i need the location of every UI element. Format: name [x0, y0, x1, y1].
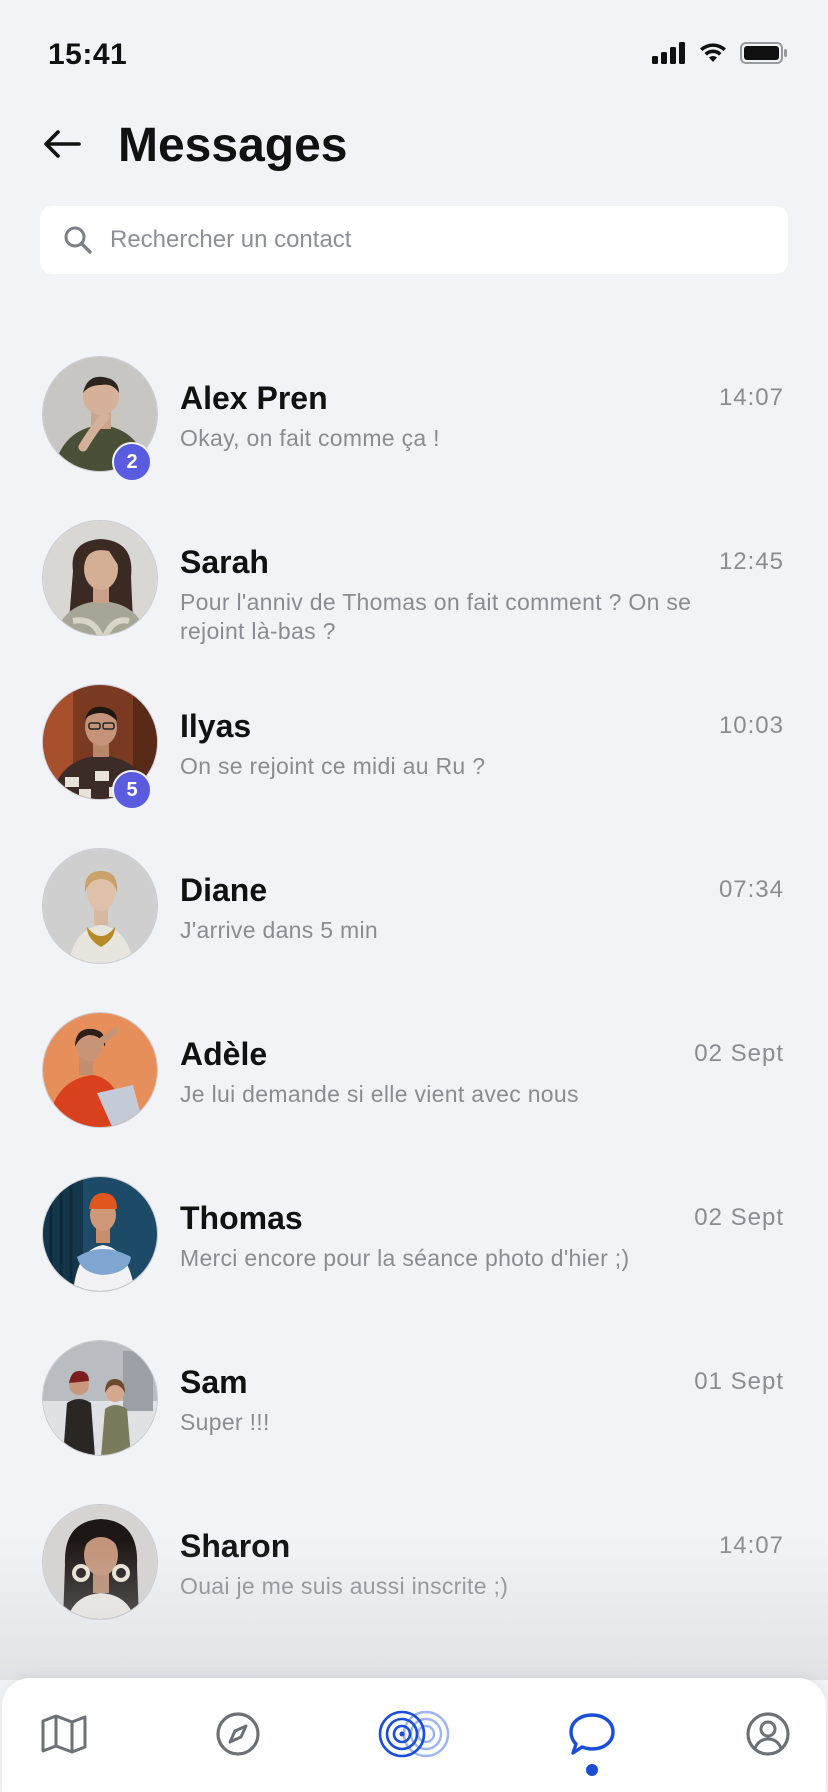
message-time: 14:07	[718, 1532, 784, 1559]
search-input[interactable]	[110, 226, 788, 254]
conversation-item[interactable]: 5 Ilyas On se rejoint ce midi au Ru ? 10…	[0, 682, 828, 846]
nav-explore[interactable]	[202, 1700, 274, 1772]
map-icon	[40, 1713, 88, 1760]
message-time: 10:03	[718, 712, 784, 739]
contact-name: Ilyas	[180, 708, 252, 744]
bottom-nav	[2, 1678, 826, 1792]
conversation-item[interactable]: Sarah Pour l'anniv de Thomas on fait com…	[0, 518, 828, 682]
unread-badge: 2	[112, 442, 152, 482]
contact-name: Sharon	[180, 1528, 291, 1564]
message-time: 01 Sept	[694, 1368, 784, 1395]
avatar	[42, 848, 158, 964]
message-time: 12:45	[718, 548, 784, 575]
status-time: 15:41	[48, 38, 128, 71]
contact-name: Sarah	[180, 544, 269, 580]
header: Messages	[0, 110, 828, 190]
contact-name: Diane	[180, 872, 268, 908]
message-preview: Pour l'anniv de Thomas on fait comment ?…	[180, 589, 692, 644]
radar-icon	[376, 1708, 456, 1765]
conversation-list: 2 Alex Pren Okay, on fait comme ça ! 14:…	[0, 354, 828, 1666]
page-title: Messages	[118, 119, 348, 172]
messages-screen: 15:41 Messages Rechercher un contact 2 A…	[0, 0, 828, 1792]
avatar	[42, 1012, 158, 1128]
avatar	[42, 1504, 158, 1620]
nav-map[interactable]	[28, 1700, 100, 1772]
conversation-item[interactable]: Sam Super !!! 01 Sept	[0, 1338, 828, 1502]
contact-name: Thomas	[180, 1200, 303, 1236]
conversation-item[interactable]: Thomas Merci encore pour la séance photo…	[0, 1174, 828, 1338]
avatar	[42, 1176, 158, 1292]
chat-bubble-icon	[568, 1711, 616, 1762]
message-time: 07:34	[718, 876, 784, 903]
message-preview: Ouai je me suis aussi inscrite ;)	[180, 1573, 509, 1599]
conversation-item[interactable]: Adèle Je lui demande si elle vient avec …	[0, 1010, 828, 1174]
contact-name: Adèle	[180, 1036, 268, 1072]
unread-badge: 5	[112, 770, 152, 810]
search-bar[interactable]	[40, 206, 788, 274]
message-preview: Okay, on fait comme ça !	[180, 425, 440, 451]
contact-name: Sam	[180, 1364, 248, 1400]
battery-icon	[740, 42, 788, 69]
message-preview: Je lui demande si elle vient avec nous	[180, 1081, 579, 1107]
status-icons	[652, 42, 788, 69]
contact-name: Alex Pren	[180, 380, 328, 416]
conversation-item[interactable]: 2 Alex Pren Okay, on fait comme ça ! 14:…	[0, 354, 828, 518]
message-preview: On se rejoint ce midi au Ru ?	[180, 753, 486, 779]
compass-icon	[215, 1711, 261, 1762]
conversation-item[interactable]: Sharon Ouai je me suis aussi inscrite ;)…	[0, 1502, 828, 1666]
message-preview: Super !!!	[180, 1409, 270, 1435]
nav-messages[interactable]	[556, 1700, 628, 1772]
avatar	[42, 520, 158, 636]
conversation-item[interactable]: Diane J'arrive dans 5 min 07:34	[0, 846, 828, 1010]
nav-radar[interactable]	[376, 1700, 456, 1772]
message-time: 14:07	[718, 384, 784, 411]
status-bar: 15:41	[0, 0, 828, 100]
active-nav-indicator	[586, 1764, 598, 1776]
search-icon	[62, 224, 94, 256]
back-button[interactable]	[40, 124, 84, 168]
avatar	[42, 1340, 158, 1456]
message-time: 02 Sept	[694, 1204, 784, 1231]
wifi-icon	[698, 42, 728, 69]
arrow-left-icon	[42, 129, 82, 164]
message-time: 02 Sept	[694, 1040, 784, 1067]
message-preview: Merci encore pour la séance photo d'hier…	[180, 1245, 630, 1271]
cellular-signal-icon	[652, 42, 686, 69]
nav-profile[interactable]	[732, 1700, 804, 1772]
message-preview: J'arrive dans 5 min	[180, 917, 378, 943]
profile-icon	[745, 1711, 791, 1762]
